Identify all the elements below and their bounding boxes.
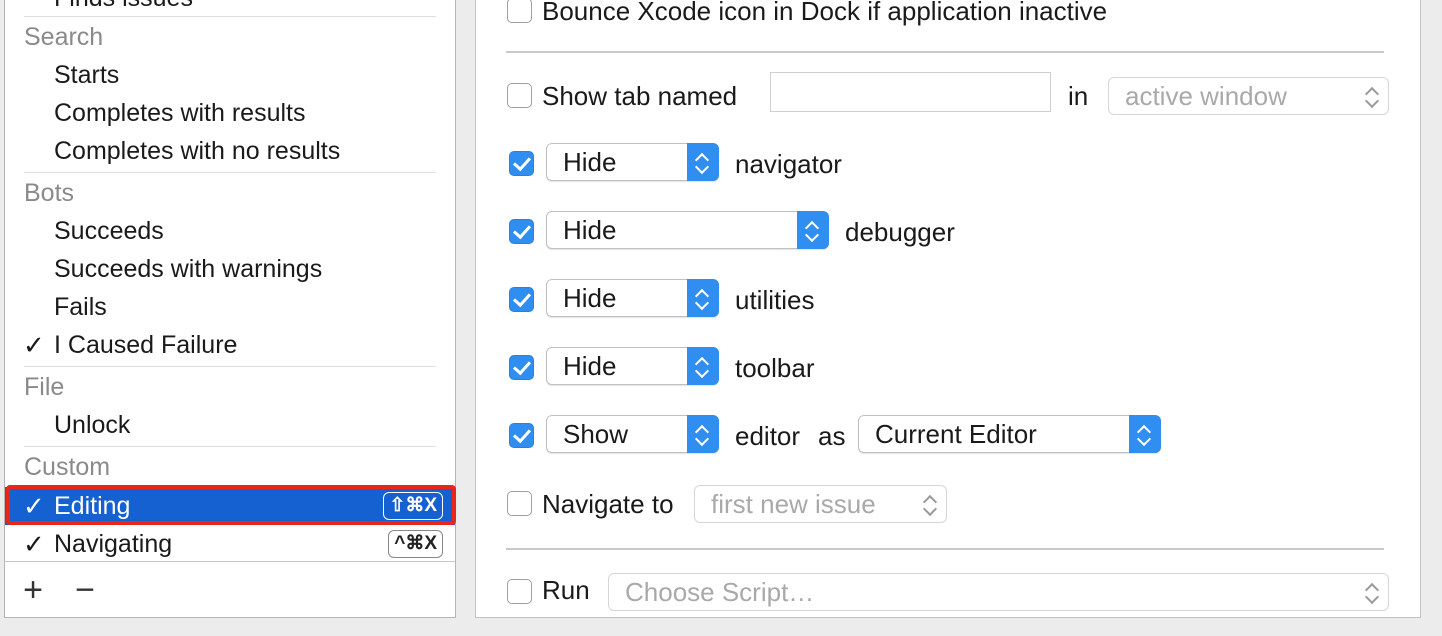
chevron-updown-icon [1357,573,1389,611]
list-item-succeeds-with-warnings[interactable]: Succeeds with warnings [5,250,455,288]
run-label: Run [542,575,590,605]
divider [506,548,1384,550]
debugger-action-popup[interactable]: Hide [546,211,829,249]
list-item-label: Navigating [54,530,173,558]
toolbar-action-value: Hide [563,351,617,381]
list-item-completes-with-no-results[interactable]: Completes with no results [5,132,455,170]
debugger-label: debugger [845,217,955,247]
section-header-search: Search [5,18,455,56]
shortcut-badge[interactable]: ⇧⌘X [383,492,443,520]
navigate-target-value: first new issue [711,489,876,519]
bounce-checkbox[interactable] [507,0,532,23]
checkmark-icon: ✓ [23,330,45,360]
utilities-label: utilities [735,285,815,315]
section-header-file: File [5,368,455,406]
list-item-label: Succeeds with warnings [54,255,323,283]
tab-name-input[interactable] [770,72,1051,112]
list-item-label: Starts [54,61,120,89]
toolbar-action-popup[interactable]: Hide [546,347,719,385]
section-header-custom: Custom [5,448,455,486]
utilities-action-value: Hide [563,283,617,313]
chevron-updown-icon [1357,77,1389,115]
add-behavior-button[interactable]: + [13,570,53,610]
editor-mode-popup[interactable]: Current Editor [858,415,1161,453]
tab-target-value: active window [1125,81,1287,111]
section-header-label: File [24,373,65,401]
in-label: in [1068,81,1089,111]
list-item-completes-with-results[interactable]: Completes with results [5,94,455,132]
separator [24,366,436,367]
editor-action-popup[interactable]: Show [546,415,719,453]
tab-target-popup[interactable]: active window [1108,77,1389,115]
navigate-label: Navigate to [542,489,674,519]
chevron-updown-icon [797,211,829,249]
editor-checkbox[interactable] [509,423,534,448]
list-item-label: Succeeds [54,217,164,245]
remove-behavior-button[interactable]: − [65,570,105,610]
as-label: as [818,421,846,451]
separator [24,16,436,17]
list-item-unlock[interactable]: Unlock [5,406,455,444]
list-item-label: Completes with no results [54,137,341,165]
editor-label: editor [735,421,801,451]
show-tab-label: Show tab named [542,81,738,111]
checkmark-icon: ✓ [23,491,45,521]
run-script-value: Choose Script… [625,577,815,607]
bounce-label: Bounce Xcode icon in Dock if application… [542,0,1108,26]
show-tab-checkbox[interactable] [507,83,532,108]
chevron-updown-icon [1129,415,1161,453]
section-header-label: Search [24,23,104,51]
toolbar-label: toolbar [735,353,815,383]
list-item-finds-issues[interactable]: Finds issues [5,0,455,17]
chevron-updown-icon [915,485,947,523]
toolbar-checkbox[interactable] [509,355,534,380]
separator [24,172,436,173]
separator [24,446,436,447]
debugger-checkbox[interactable] [509,219,534,244]
navigate-checkbox[interactable] [507,491,532,516]
navigator-action-popup[interactable]: Hide [546,143,719,181]
list-item-label: Finds issues [54,0,193,12]
chevron-updown-icon [687,415,719,453]
navigator-checkbox[interactable] [509,151,534,176]
navigate-target-popup[interactable]: first new issue [694,485,947,523]
list-item-label: Editing [54,492,131,520]
section-header-label: Custom [24,453,111,481]
chevron-updown-icon [687,347,719,385]
chevron-updown-icon [687,279,719,317]
checkmark-icon: ✓ [23,529,45,559]
list-item-i-caused-failure[interactable]: ✓ I Caused Failure [5,326,455,364]
navigator-action-value: Hide [563,147,617,177]
list-bottom-bar: + − [5,561,455,617]
divider [506,51,1384,53]
list-item-navigating[interactable]: ✓ Navigating ^⌘X [5,525,455,563]
editor-mode-value: Current Editor [875,419,1037,449]
debugger-action-value: Hide [563,215,617,245]
behaviors-list: Finds issues Search Starts Completes wit… [4,0,456,618]
run-checkbox[interactable] [507,579,532,604]
editor-action-value: Show [563,419,629,449]
chevron-updown-icon [687,143,719,181]
navigator-label: navigator [735,149,842,179]
section-header-bots: Bots [5,174,455,212]
run-script-popup[interactable]: Choose Script… [608,573,1389,611]
list-item-label: I Caused Failure [54,331,238,359]
list-item-fails[interactable]: Fails [5,288,455,326]
list-item-label: Fails [54,293,107,321]
list-item-succeeds[interactable]: Succeeds [5,212,455,250]
behavior-options-panel: Bounce Xcode icon in Dock if application… [475,0,1421,618]
utilities-action-popup[interactable]: Hide [546,279,719,317]
list-item-starts[interactable]: Starts [5,56,455,94]
list-item-editing[interactable]: ✓ Editing ⇧⌘X [5,487,455,525]
list-item-label: Unlock [54,411,131,439]
section-header-label: Bots [24,179,75,207]
utilities-checkbox[interactable] [509,287,534,312]
shortcut-badge[interactable]: ^⌘X [388,530,443,558]
list-item-label: Completes with results [54,99,306,127]
